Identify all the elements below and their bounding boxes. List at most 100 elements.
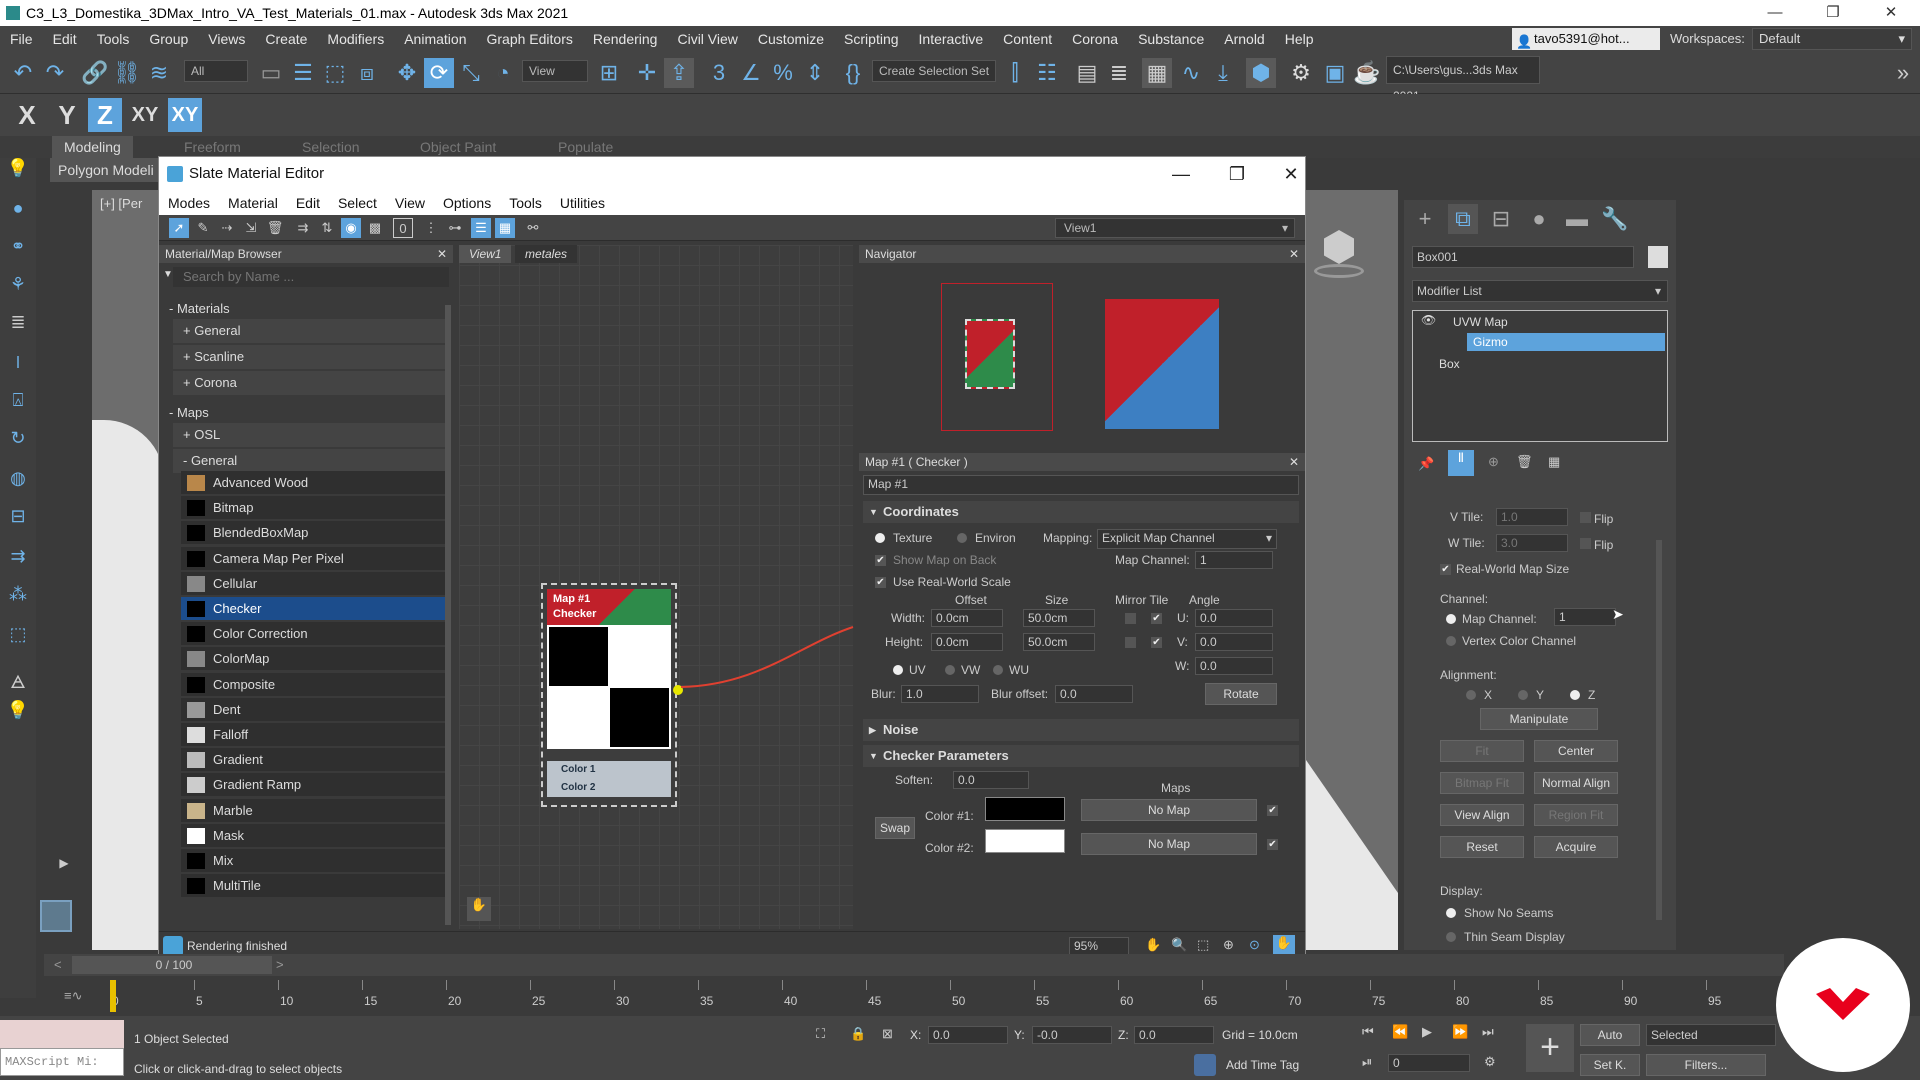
tab-modeling[interactable]: Modeling — [52, 136, 133, 158]
go-start-icon[interactable]: ⏮ — [1362, 1024, 1374, 1040]
rotate-icon[interactable]: ⟳ — [424, 58, 454, 88]
slate-minimize-button[interactable]: — — [1153, 157, 1209, 191]
scene-explorer-icon[interactable]: ▤ — [1072, 58, 1102, 88]
menu-animation[interactable]: Animation — [394, 31, 476, 47]
maxscript-listener[interactable]: MAXScript Mi: — [0, 1020, 124, 1076]
snap-toggle-icon[interactable]: 3 — [704, 58, 734, 88]
menu-civil-view[interactable]: Civil View — [667, 31, 747, 47]
time-slider-thumb[interactable]: 0 / 100 — [72, 956, 272, 974]
material-browser-toggle-icon[interactable]: ☰ — [471, 218, 491, 238]
height-offset-spinner[interactable]: 0.0cm — [931, 633, 1003, 651]
select-by-name-icon[interactable]: ☰ — [288, 58, 318, 88]
curve-editor-icon[interactable]: ∿ — [1176, 58, 1206, 88]
environ-radio[interactable] — [957, 533, 967, 543]
percent-snap-icon[interactable]: % — [768, 58, 798, 88]
map-item-colormap[interactable]: ColorMap — [181, 647, 449, 672]
layout-all-icon[interactable]: ⋮ — [421, 218, 441, 238]
coordinates-rollout[interactable]: ▼ Coordinates — [863, 501, 1299, 523]
current-frame-field[interactable]: 0 — [1388, 1054, 1470, 1072]
color1-swatch[interactable] — [985, 797, 1065, 821]
menu-substance[interactable]: Substance — [1128, 31, 1214, 47]
minimize-button[interactable]: — — [1746, 0, 1804, 26]
w-flip-checkbox[interactable] — [1580, 538, 1591, 549]
map-item-composite[interactable]: Composite — [181, 672, 449, 697]
menu-corona[interactable]: Corona — [1062, 31, 1128, 47]
add-time-tag-label[interactable]: Add Time Tag — [1226, 1058, 1299, 1072]
normal-align-button[interactable]: Normal Align — [1534, 772, 1618, 794]
angle-snap-icon[interactable]: ∠ — [736, 58, 766, 88]
project-folder-dropdown[interactable]: C:\Users\gus...3ds Max 2021 — [1386, 56, 1540, 103]
keyboard-shortcut-icon[interactable]: ⇪ — [664, 58, 694, 88]
slate-menu-material[interactable]: Material — [219, 195, 287, 211]
container-icon[interactable]: ⊟ — [6, 506, 30, 530]
pick-material-icon[interactable]: ✎ — [193, 218, 213, 238]
material-group-general[interactable]: + General — [173, 319, 449, 343]
menu-group[interactable]: Group — [139, 31, 198, 47]
tab-freeform[interactable]: Freeform — [184, 139, 241, 155]
list-icon[interactable]: ≣ — [6, 312, 30, 336]
select-manipulate-icon[interactable]: ✛ — [632, 58, 662, 88]
menu-modifiers[interactable]: Modifiers — [317, 31, 394, 47]
map-item-camera-map-per-pixel[interactable]: Camera Map Per Pixel — [181, 546, 449, 571]
curve-editor-mini-icon[interactable]: ≡∿ — [64, 988, 82, 1004]
vertex-color-radio[interactable] — [1446, 636, 1456, 646]
helper-icon[interactable]: ⍓ — [6, 390, 30, 414]
sphere-icon[interactable]: ◍ — [6, 468, 30, 492]
slate-menu-edit[interactable]: Edit — [287, 195, 329, 211]
slate-menu-select[interactable]: Select — [329, 195, 386, 211]
cmd-panel-scrollbar[interactable] — [1656, 540, 1662, 920]
map-item-gradient[interactable]: Gradient — [181, 748, 449, 773]
pin-stack-icon[interactable]: 📌 — [1418, 456, 1434, 472]
map-item-advanced-wood[interactable]: Advanced Wood — [181, 471, 449, 495]
key-filter-dropdown[interactable]: Selected — [1646, 1024, 1776, 1046]
color2-map-checkbox[interactable]: ✔ — [1267, 839, 1278, 850]
spinner-snap-icon[interactable]: ⇕ — [800, 58, 830, 88]
map-item-checker[interactable]: Checker — [181, 597, 449, 621]
angle-w-spinner[interactable]: 0.0 — [1195, 657, 1273, 675]
set-key-button[interactable]: Set K. — [1580, 1054, 1640, 1076]
bind-spacewarp-icon[interactable]: ≋ — [144, 58, 174, 88]
menu-scripting[interactable]: Scripting — [834, 31, 908, 47]
blur-offset-spinner[interactable]: 0.0 — [1055, 685, 1133, 703]
map-item-falloff[interactable]: Falloff — [181, 723, 449, 747]
view-selector-dropdown[interactable]: View1 ▾ — [1055, 218, 1295, 238]
eye-icon[interactable]: 👁 — [1421, 313, 1436, 327]
map-channel-radio[interactable] — [1446, 614, 1456, 624]
utilities-tab-icon[interactable]: 🔧 — [1600, 204, 1630, 234]
remove-modifier-icon[interactable]: 🗑 — [1516, 454, 1533, 470]
angle-u-spinner[interactable]: 0.0 — [1195, 609, 1273, 627]
v-tile-spinner[interactable]: 1.0 — [1496, 508, 1568, 526]
set-key-plus-icon[interactable]: + — [1526, 1024, 1574, 1072]
noise-rollout[interactable]: ▶ Noise — [863, 719, 1299, 741]
height-size-spinner[interactable]: 50.0cm — [1023, 633, 1095, 651]
zoom-icon[interactable]: 🔍 — [1171, 937, 1187, 953]
center-button[interactable]: Center — [1534, 740, 1618, 762]
ribbon-toggle-icon[interactable]: ▦ — [1142, 58, 1172, 88]
zoom-dropdown[interactable]: 95% — [1069, 937, 1129, 955]
show-background-icon[interactable]: ▩ — [365, 218, 385, 238]
map-item-mask[interactable]: Mask — [181, 823, 449, 848]
y-coord-field[interactable]: -0.0 — [1032, 1026, 1112, 1044]
menu-rendering[interactable]: Rendering — [583, 31, 668, 47]
wu-radio[interactable] — [993, 665, 1003, 675]
uv-radio[interactable] — [893, 665, 903, 675]
map-item-bitmap[interactable]: Bitmap — [181, 496, 449, 521]
color1-map-checkbox[interactable]: ✔ — [1267, 805, 1278, 816]
display-tab-icon[interactable]: ▬ — [1562, 204, 1592, 234]
chevron-right-icon[interactable]: » — [1888, 58, 1918, 88]
hierarchy-tab-icon[interactable]: ⊟ — [1486, 204, 1516, 234]
show-map-back-checkbox[interactable]: ✔ — [875, 555, 886, 566]
align-z-radio[interactable] — [1570, 690, 1580, 700]
configure-sets-icon[interactable]: ▦ — [1548, 454, 1560, 470]
layer-explorer-icon[interactable]: ≣ — [1104, 58, 1134, 88]
modifier-list-dropdown[interactable]: Modifier List ▾ — [1412, 280, 1668, 302]
unlink-icon[interactable]: ⛓ — [112, 58, 142, 88]
menu-arnold[interactable]: Arnold — [1214, 31, 1274, 47]
put-to-scene-icon[interactable]: ⇢ — [217, 218, 237, 238]
pan-icon[interactable]: ✋ — [1145, 937, 1161, 953]
reset-button[interactable]: Reset — [1440, 836, 1524, 858]
named-selection-dropdown[interactable]: Create Selection Set — [872, 60, 996, 82]
go-end-icon[interactable]: ⏭ — [1482, 1024, 1494, 1040]
map-group-osl[interactable]: + OSL — [173, 423, 449, 447]
tab-view1[interactable]: View1 — [459, 245, 512, 263]
